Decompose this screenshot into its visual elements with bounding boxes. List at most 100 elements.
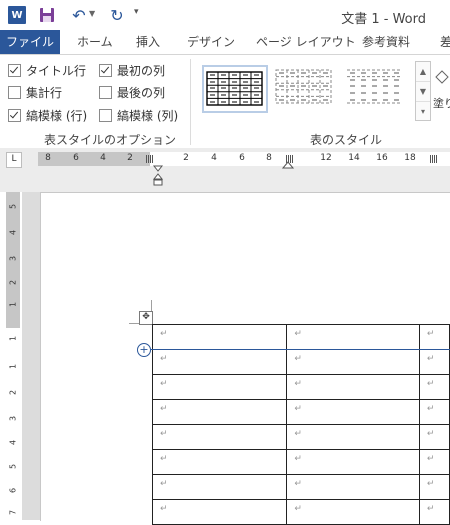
tab-mailings[interactable]: 差 — [440, 30, 450, 54]
undo-dropdown-icon[interactable]: ▼ — [89, 9, 95, 18]
checkbox-total-row[interactable]: 集計行 — [8, 83, 62, 101]
table-cell[interactable]: ↵ — [151, 474, 288, 500]
ruler-number: 8 — [45, 153, 51, 163]
column-marker[interactable] — [430, 155, 438, 163]
tab-file[interactable]: ファイル — [0, 30, 60, 54]
table-cell[interactable]: ↵ — [151, 349, 288, 375]
save-icon[interactable] — [38, 6, 56, 24]
table-cell[interactable]: ↵ — [286, 424, 420, 450]
ruler-number: 16 — [376, 153, 388, 163]
checkbox-box[interactable] — [99, 63, 112, 77]
table-cell[interactable]: ↵ — [151, 374, 288, 400]
paragraph-mark: ↵ — [426, 379, 435, 389]
tab-insert[interactable]: 挿入 — [136, 30, 160, 54]
paragraph-mark: ↵ — [160, 354, 168, 364]
gallery-down-icon[interactable]: ▼ — [416, 82, 430, 102]
table-cell[interactable]: ↵ — [418, 499, 450, 525]
table-cell[interactable]: ↵ — [151, 499, 288, 525]
ruler-number: 4 — [100, 153, 106, 163]
paragraph-mark: ↵ — [160, 454, 168, 464]
table-cell[interactable]: ↵ — [418, 474, 450, 500]
paragraph-mark: ↵ — [160, 329, 168, 339]
ruler-number: 5 — [8, 203, 18, 210]
undo-icon[interactable]: ↶ — [70, 6, 88, 25]
tab-home[interactable]: ホーム — [77, 30, 113, 54]
paragraph-mark: ↵ — [294, 379, 302, 389]
paragraph-mark: ↵ — [294, 454, 302, 464]
checkbox-box[interactable] — [8, 108, 21, 122]
table-cell[interactable]: ↵ — [286, 499, 420, 525]
tab-page-layout[interactable]: ページ レイアウト — [256, 30, 356, 54]
table-cell[interactable]: ↵ — [151, 449, 288, 475]
checkbox-banded-rows[interactable]: 縞模様 (行) — [8, 106, 87, 124]
checkbox-box[interactable] — [99, 85, 112, 99]
paragraph-mark: ↵ — [160, 479, 168, 489]
style-gallery-scroll[interactable]: ▲ ▼ ▾ — [415, 61, 431, 121]
checkbox-label: 集計行 — [26, 85, 63, 100]
ruler-number: 6 — [8, 487, 18, 494]
horizontal-ruler[interactable]: 8 6 4 2 2 4 6 8 12 14 16 18 — [38, 152, 450, 166]
table-row: ↵ ↵ ↵ — [151, 474, 450, 500]
table-cell[interactable]: ↵ — [286, 349, 420, 375]
table-cell[interactable]: ↵ — [151, 399, 288, 425]
checkbox-box[interactable] — [8, 85, 21, 99]
table-row: ↵ ↵ ↵ — [151, 424, 450, 450]
redo-icon[interactable]: ↻ — [108, 6, 126, 25]
ruler-number: 3 — [8, 415, 18, 422]
table-cell[interactable]: ↵ — [151, 324, 288, 350]
document-table[interactable]: ↵ ↵ ↵ ↵ ↵ ↵ ↵ ↵ ↵ ↵ ↵ ↵ ↵ ↵ ↵ ↵ ↵ ↵ ↵ ↵ … — [151, 324, 450, 525]
checkbox-label: 最後の列 — [117, 85, 166, 100]
checkbox-header-row[interactable]: タイトル行 — [8, 61, 86, 79]
ribbon-tabs: ファイル ホーム 挿入 デザイン ページ レイアウト 参考資料 差 — [0, 30, 450, 54]
tab-selector-icon[interactable]: L — [6, 152, 22, 168]
table-cell[interactable]: ↵ — [418, 324, 450, 350]
table-style-plain[interactable] — [273, 65, 335, 109]
indent-marker-icon[interactable] — [152, 165, 164, 187]
table-style-grid[interactable] — [202, 65, 268, 113]
insert-row-icon[interactable]: + — [137, 343, 151, 357]
paragraph-mark: ↵ — [294, 479, 302, 489]
gallery-more-icon[interactable]: ▾ — [416, 102, 430, 121]
ruler-number: 18 — [404, 153, 416, 163]
checkbox-box[interactable] — [8, 63, 21, 77]
paragraph-mark: ↵ — [160, 379, 168, 389]
vertical-ruler[interactable]: 5 4 3 2 1 1 1 2 3 4 5 6 7 — [6, 192, 20, 520]
paragraph-mark: ↵ — [160, 404, 168, 414]
table-cell[interactable]: ↵ — [286, 474, 420, 500]
customize-qat-icon[interactable]: ▾ — [134, 7, 139, 17]
ruler-number: 2 — [8, 279, 18, 286]
checkbox-label: 最初の列 — [117, 63, 166, 78]
table-cell[interactable]: ↵ — [418, 349, 450, 375]
table-cell[interactable]: ↵ — [286, 324, 420, 350]
table-cell[interactable]: ↵ — [286, 374, 420, 400]
checkbox-first-column[interactable]: 最初の列 — [99, 61, 165, 79]
tab-references[interactable]: 参考資料 — [362, 30, 410, 54]
word-logo-icon[interactable]: W — [8, 6, 26, 24]
checkbox-last-column[interactable]: 最後の列 — [99, 83, 165, 101]
table-move-handle-icon[interactable]: ✥ — [139, 311, 153, 325]
table-style-light[interactable] — [344, 65, 406, 109]
shading-label[interactable]: 塗り — [433, 95, 450, 111]
paragraph-mark: ↵ — [294, 404, 302, 414]
table-cell[interactable]: ↵ — [418, 424, 450, 450]
right-indent-icon[interactable] — [282, 161, 294, 169]
ruler-margin-left — [38, 152, 150, 166]
table-cell[interactable]: ↵ — [151, 424, 288, 450]
checkbox-box[interactable] — [99, 108, 112, 122]
table-row: ↵ ↵ ↵ — [151, 324, 450, 350]
table-row: ↵ ↵ ↵ — [151, 399, 450, 425]
tab-design[interactable]: デザイン — [187, 30, 235, 54]
paragraph-mark: ↵ — [160, 429, 168, 439]
ruler-number: 4 — [8, 439, 18, 446]
checkbox-label: 縞模様 (列) — [117, 108, 179, 123]
column-marker[interactable] — [146, 155, 154, 163]
gallery-up-icon[interactable]: ▲ — [416, 62, 430, 82]
table-cell[interactable]: ↵ — [286, 449, 420, 475]
table-cell[interactable]: ↵ — [418, 399, 450, 425]
document-title: 文書 1 - Word — [341, 12, 426, 27]
table-cell[interactable]: ↵ — [418, 374, 450, 400]
table-cell[interactable]: ↵ — [286, 399, 420, 425]
checkbox-banded-columns[interactable]: 縞模様 (列) — [99, 106, 178, 124]
table-cell[interactable]: ↵ — [418, 449, 450, 475]
ruler-area: L 8 6 4 2 2 4 6 8 12 14 16 18 — [0, 148, 450, 192]
